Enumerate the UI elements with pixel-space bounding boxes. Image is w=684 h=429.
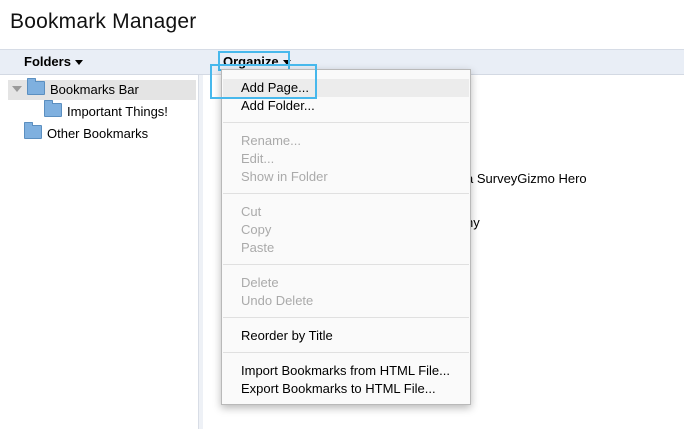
menu-item-export-bookmarks[interactable]: Export Bookmarks to HTML File... [223,380,469,398]
bookmark-title-partial[interactable]: a SurveyGizmo Hero [466,171,587,186]
organize-highlight-outline [218,51,290,71]
menu-item-copy[interactable]: Copy [223,221,469,239]
menu-item-add-folder[interactable]: Add Folder... [223,97,469,115]
menu-separator [223,193,469,194]
menu-separator [223,352,469,353]
menu-item-paste[interactable]: Paste [223,239,469,257]
menu-separator [223,122,469,123]
page-title: Bookmark Manager [10,10,197,33]
folder-tree: Bookmarks Bar Important Things! Other Bo… [0,75,199,429]
menu-separator [223,317,469,318]
folder-icon [24,122,42,139]
menu-item-cut[interactable]: Cut [223,203,469,221]
menu-item-show-in-folder[interactable]: Show in Folder [223,168,469,186]
folder-icon [27,78,45,95]
chevron-down-icon [74,60,83,66]
expand-triangle-icon[interactable] [12,86,22,92]
menu-item-reorder-by-title[interactable]: Reorder by Title [223,327,469,345]
menu-item-add-page[interactable]: Add Page... [223,79,469,97]
organize-dropdown-menu: Add Page... Add Folder... Rename... Edit… [221,69,471,405]
folders-menu-label: Folders [24,54,71,69]
menu-item-delete[interactable]: Delete [223,274,469,292]
menu-separator [223,264,469,265]
menu-item-import-bookmarks[interactable]: Import Bookmarks from HTML File... [223,362,469,380]
menu-item-rename[interactable]: Rename... [223,132,469,150]
menu-item-edit[interactable]: Edit... [223,150,469,168]
sidebar-item-important-things[interactable]: Important Things! [44,100,194,122]
sidebar-item-bookmarks-bar[interactable]: Bookmarks Bar [8,78,196,100]
sidebar-item-label: Bookmarks Bar [50,82,139,97]
folder-icon [44,100,62,117]
sidebar-item-other-bookmarks[interactable]: Other Bookmarks [24,122,194,144]
menu-item-undo-delete[interactable]: Undo Delete [223,292,469,310]
folders-menu-button[interactable]: Folders [24,54,83,69]
sidebar-item-label: Important Things! [67,104,168,119]
pane-splitter[interactable] [199,75,203,429]
sidebar-item-label: Other Bookmarks [47,126,149,141]
